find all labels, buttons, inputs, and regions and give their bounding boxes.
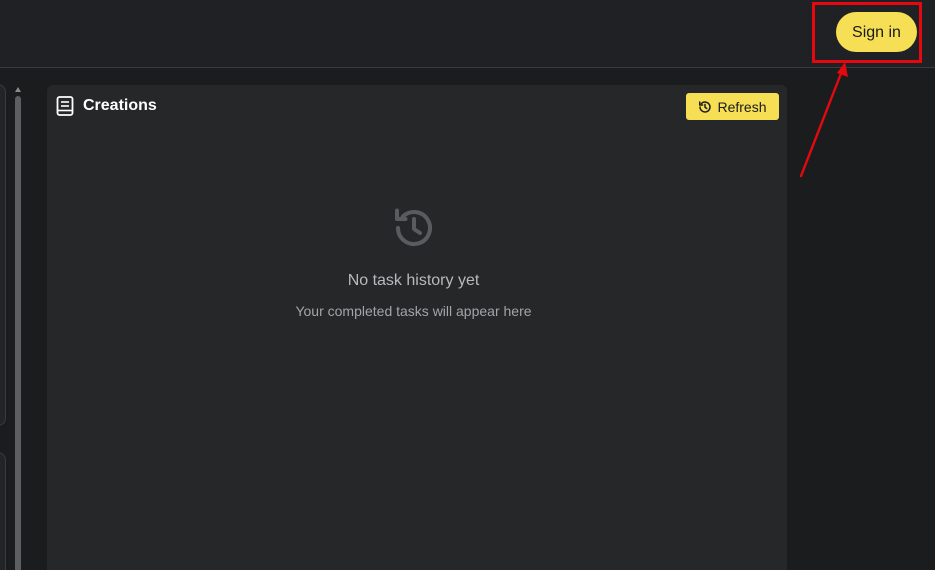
creations-panel: Creations Refresh No task history yet Yo… — [47, 85, 787, 570]
left-side-panel — [0, 84, 6, 426]
empty-state-subtitle: Your completed tasks will appear here — [295, 303, 532, 319]
left-side-panel-lower — [0, 452, 6, 570]
empty-state-title: No task history yet — [347, 272, 480, 289]
top-header: Sign in — [0, 0, 935, 68]
refresh-button[interactable]: Refresh — [686, 93, 779, 120]
page: Sign in Creations Refresh No task histor… — [0, 0, 935, 570]
history-icon — [394, 208, 432, 246]
scroll-thumb[interactable] — [15, 96, 21, 570]
creations-title: Creations — [83, 97, 157, 114]
book-icon — [56, 96, 74, 116]
scroll-up-arrow[interactable] — [15, 87, 21, 92]
history-refresh-icon — [699, 100, 712, 113]
scrollbar[interactable] — [14, 87, 22, 570]
empty-state: No task history yet Your completed tasks… — [47, 205, 780, 319]
refresh-label: Refresh — [717, 98, 767, 115]
creations-header: Creations — [56, 96, 157, 116]
sign-in-button[interactable]: Sign in — [836, 12, 917, 52]
annotation-arrow — [799, 62, 848, 178]
